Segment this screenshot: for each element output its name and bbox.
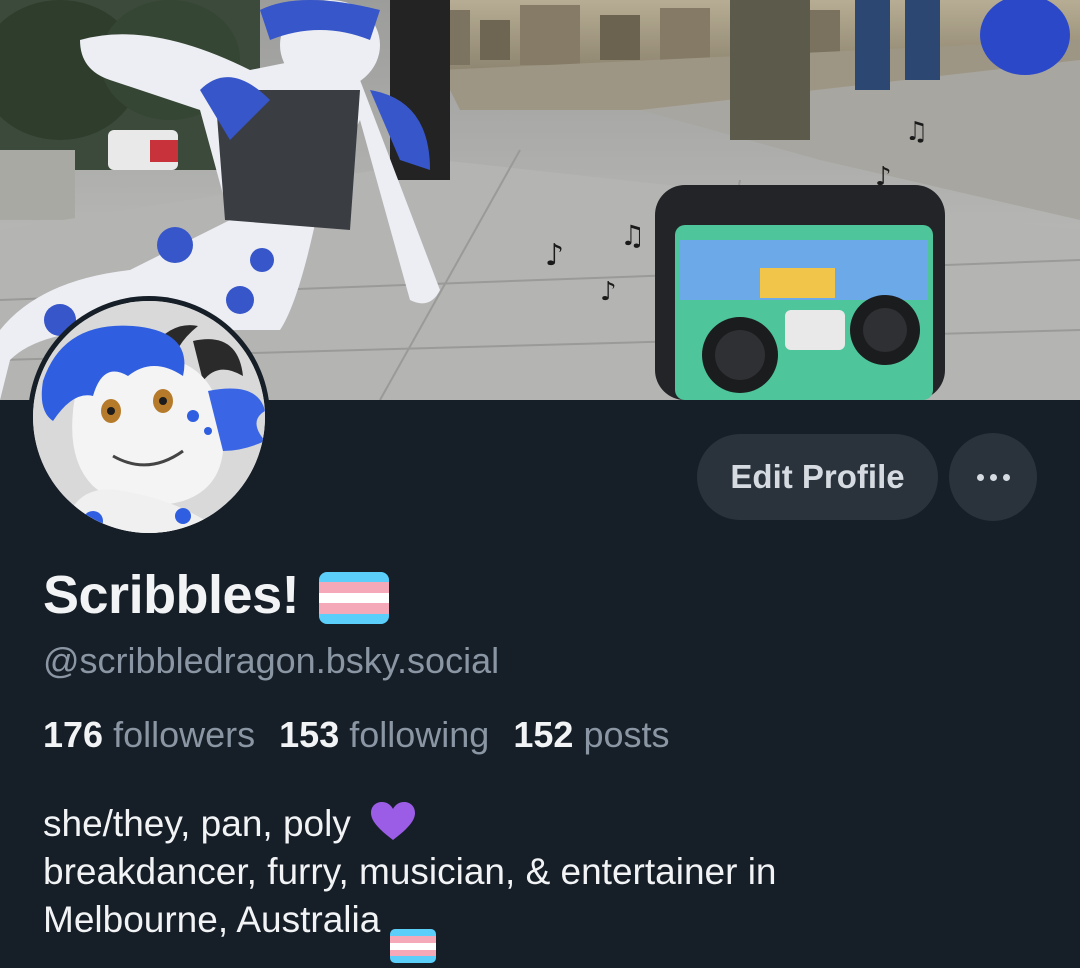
svg-text:♪: ♪ [545, 238, 564, 273]
followers-stat[interactable]: 176 followers [43, 714, 255, 756]
following-count: 153 [279, 714, 340, 755]
transgender-flag-icon [390, 929, 437, 964]
profile-handle: @scribbledragon.bsky.social [43, 640, 500, 681]
followers-count: 176 [43, 714, 104, 755]
svg-text:♪: ♪ [875, 162, 892, 192]
more-options-button[interactable] [949, 433, 1037, 521]
bio-line: she/they, pan, poly [43, 800, 1043, 848]
svg-text:♫: ♫ [905, 117, 928, 147]
bio-location: Melbourne, Australia [43, 899, 381, 940]
bio-line: Melbourne, Australia [43, 896, 1043, 964]
svg-text:♪: ♪ [600, 277, 617, 307]
posts-count: 152 [513, 714, 574, 755]
posts-label: posts [583, 714, 670, 755]
purple-heart-icon [361, 802, 416, 844]
edit-profile-button[interactable]: Edit Profile [697, 434, 938, 520]
display-name-row: Scribbles! [43, 560, 390, 630]
bio-line: breakdancer, furry, musician, & entertai… [43, 851, 777, 892]
following-stat[interactable]: 153 following [279, 714, 489, 756]
profile-bio: she/they, pan, poly breakdancer, furry, … [43, 800, 1043, 964]
transgender-flag-icon [319, 572, 390, 624]
following-label: following [349, 714, 490, 755]
bio-pronouns: she/they, pan, poly [43, 803, 351, 844]
svg-text:♫: ♫ [620, 219, 645, 252]
ellipsis-icon [989, 473, 997, 481]
display-name: Scribbles! [43, 565, 300, 625]
profile-stats: 176 followers 153 following 152 posts [43, 714, 669, 756]
posts-stat: 152 posts [513, 714, 669, 756]
avatar-image [33, 301, 265, 533]
ellipsis-icon [1002, 473, 1010, 481]
ellipsis-icon [976, 473, 984, 481]
followers-label: followers [113, 714, 256, 755]
profile-page: ♪ ♫ ♪ ♪ ♫ Edit Profile Scribbles! @scrib… [0, 0, 1080, 968]
avatar[interactable] [28, 296, 270, 538]
